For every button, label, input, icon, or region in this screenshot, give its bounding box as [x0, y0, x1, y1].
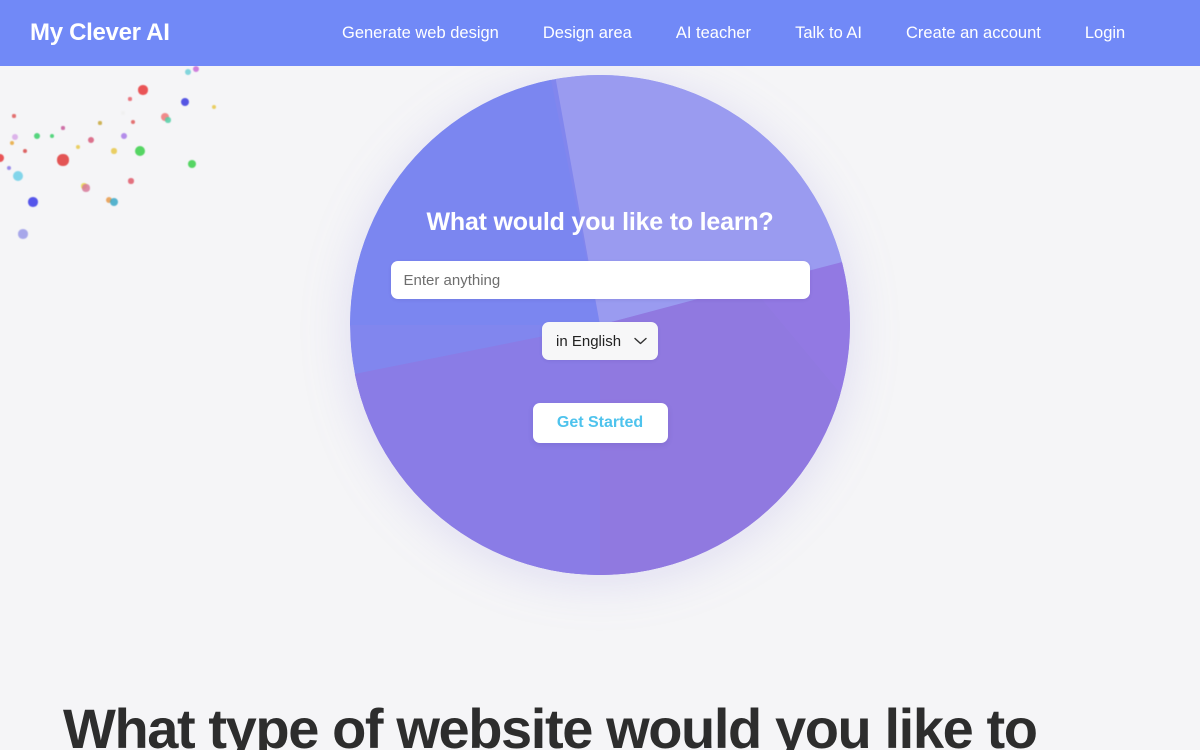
language-select[interactable]: in English [542, 322, 658, 360]
primary-navigation: Generate web design Design area AI teacher… [320, 0, 1147, 66]
language-select-wrapper: in English [542, 322, 658, 360]
get-started-button[interactable]: Get Started [532, 403, 668, 443]
brand-logo[interactable]: My Clever AI [30, 19, 170, 47]
hero-section: What would you like to learn? in English… [0, 66, 1200, 686]
top-navbar: My Clever AI Generate web design Design a… [0, 0, 1200, 66]
hero-title: What would you like to learn? [426, 208, 774, 236]
nav-link-design-area[interactable]: Design area [521, 0, 654, 66]
nav-link-generate-web-design[interactable]: Generate web design [320, 0, 521, 66]
nav-link-login[interactable]: Login [1063, 0, 1147, 66]
search-input[interactable] [390, 261, 810, 299]
nav-link-talk-to-ai[interactable]: Talk to AI [773, 0, 884, 66]
hero-content: What would you like to learn? in English… [0, 66, 1200, 686]
nav-link-create-an-account[interactable]: Create an account [884, 0, 1063, 66]
nav-link-ai-teacher[interactable]: AI teacher [654, 0, 773, 66]
section-heading: What type of website would you like to [63, 697, 1038, 750]
